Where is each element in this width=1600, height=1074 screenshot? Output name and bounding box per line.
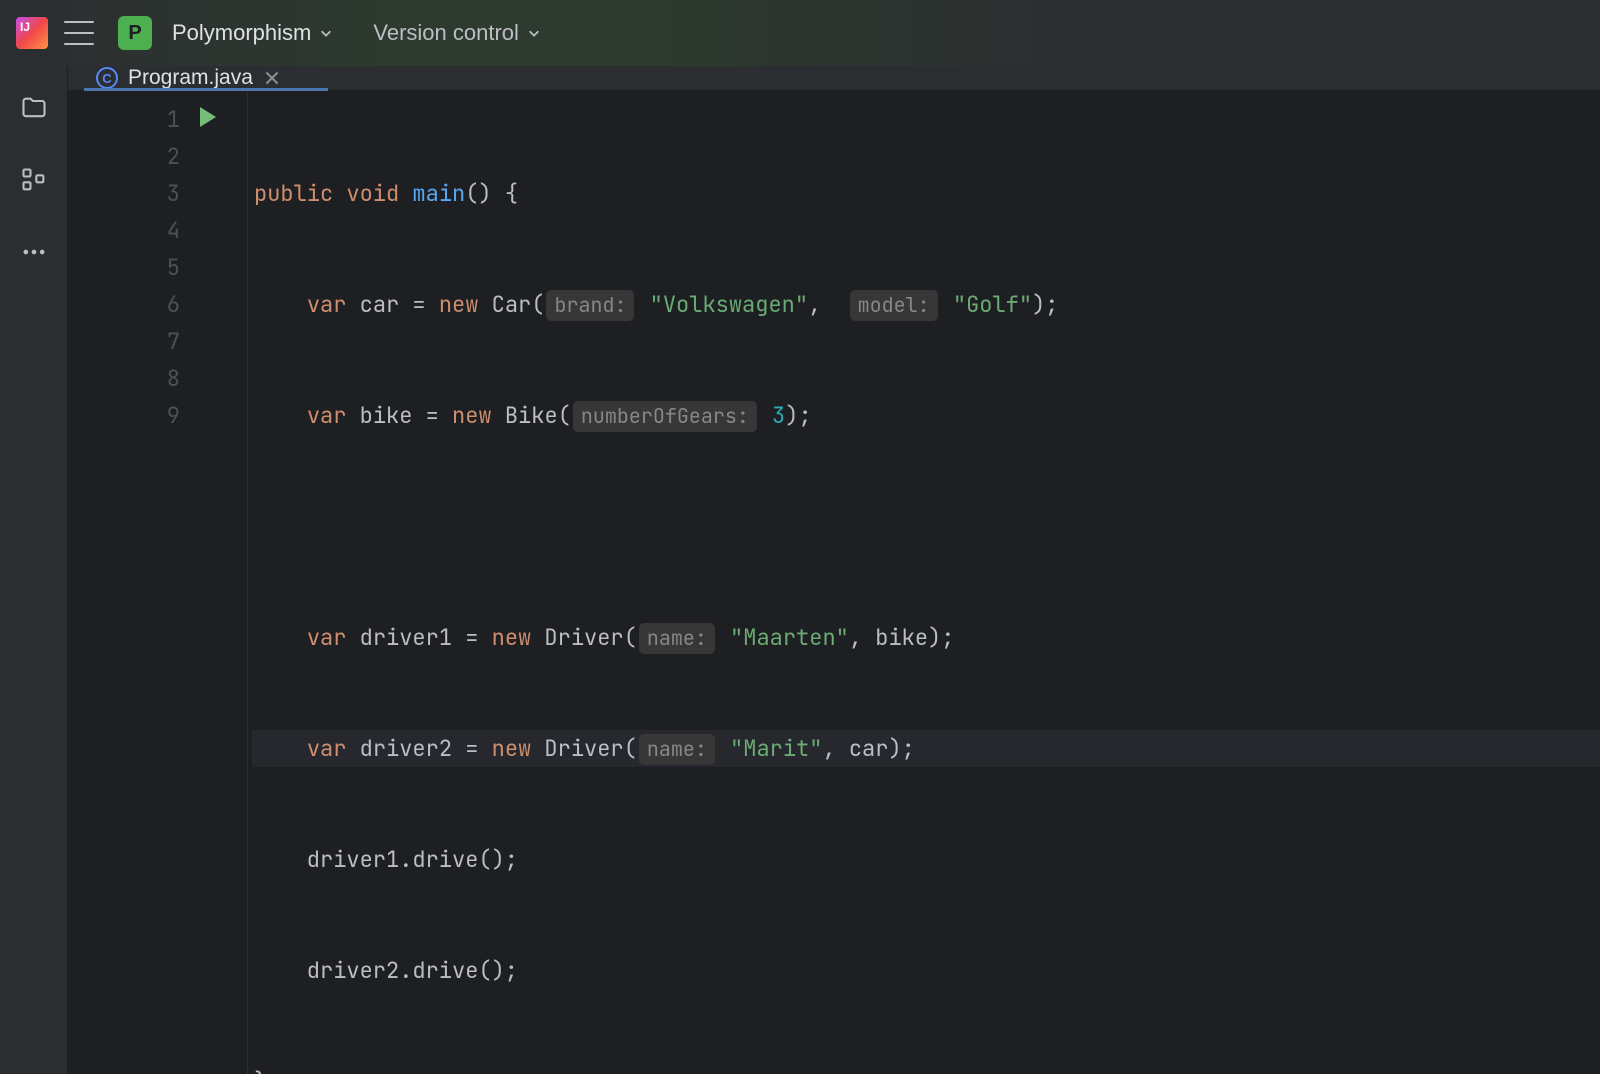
kw: public [254,179,333,208]
kw: var [307,734,347,763]
code: car = [346,290,438,319]
code: , [808,290,848,319]
editor-tabs: C Program.java [68,66,1600,91]
kw: void [346,179,399,208]
main-menu-button[interactable] [64,21,94,45]
kw: new [439,290,479,319]
editor-area: C Program.java 1 2 3 4 5 6 7 8 9 [68,66,1600,1074]
kw: new [492,734,532,763]
code-lines[interactable]: public void main() { var car = new Car(b… [248,91,1600,1074]
project-badge: P [118,16,152,50]
line-number: 8 [68,360,180,397]
project-view-icon[interactable] [20,94,48,122]
code: Driver( [531,623,637,652]
code: driver1.drive(); [254,845,518,874]
editor-tab-program[interactable]: C Program.java [84,66,293,90]
project-name-label: Polymorphism [172,20,311,46]
line-number: 5 [68,249,180,286]
titlebar: P Polymorphism Version control [0,0,1600,66]
kw: var [307,290,347,319]
kw: new [452,401,492,430]
kw: var [307,623,347,652]
line-number: 1 [68,101,180,138]
line-number: 4 [68,212,180,249]
run-gutter-icon[interactable] [200,107,216,127]
code-editor[interactable]: 1 2 3 4 5 6 7 8 9 public void main() { v… [68,91,1600,1074]
method-name: main [412,179,465,208]
gutter: 1 2 3 4 5 6 7 8 9 [68,91,248,1074]
param-hint: brand: [546,290,634,321]
app-logo-icon [16,17,48,49]
more-tools-icon[interactable] [20,238,48,266]
chevron-down-icon [319,26,333,40]
line-number: 9 [68,397,180,434]
kw: var [307,401,347,430]
code: driver1 = [346,623,491,652]
code: Car( [478,290,544,319]
line-number: 7 [68,323,180,360]
code: () { [465,179,518,208]
code: , bike); [849,623,955,652]
param-hint: name: [639,734,715,765]
code: Bike( [492,401,571,430]
code: Driver( [531,734,637,763]
line-number: 6 [68,286,180,323]
string: "Marit" [717,734,823,763]
line-number: 2 [68,138,180,175]
code: , car); [822,734,914,763]
kw: new [492,623,532,652]
param-hint: name: [639,623,715,654]
param-hint: numberOfGears: [573,401,757,432]
code: ); [1032,290,1058,319]
version-control-dropdown[interactable]: Version control [349,20,541,46]
line-numbers: 1 2 3 4 5 6 7 8 9 [68,91,194,1074]
structure-view-icon[interactable] [20,166,48,194]
code: } [254,1067,267,1074]
code: ); [785,401,811,430]
number: 3 [759,401,785,430]
editor-tab-label: Program.java [128,66,253,90]
close-tab-icon[interactable] [263,69,281,87]
code: bike = [346,401,452,430]
tab-underline [84,88,328,91]
string: "Maarten" [717,623,849,652]
code: driver2 = [346,734,491,763]
main-area: C Program.java 1 2 3 4 5 6 7 8 9 [0,66,1600,1074]
version-control-label: Version control [373,20,519,46]
param-hint: model: [850,290,938,321]
java-class-icon: C [96,67,118,89]
line-number: 3 [68,175,180,212]
string: "Volkswagen" [636,290,808,319]
left-tool-strip [0,66,68,1074]
chevron-down-icon [527,26,541,40]
project-dropdown[interactable]: Polymorphism [168,20,333,46]
string: "Golf" [940,290,1032,319]
gutter-icons [194,91,248,1074]
code: driver2.drive(); [254,956,518,985]
